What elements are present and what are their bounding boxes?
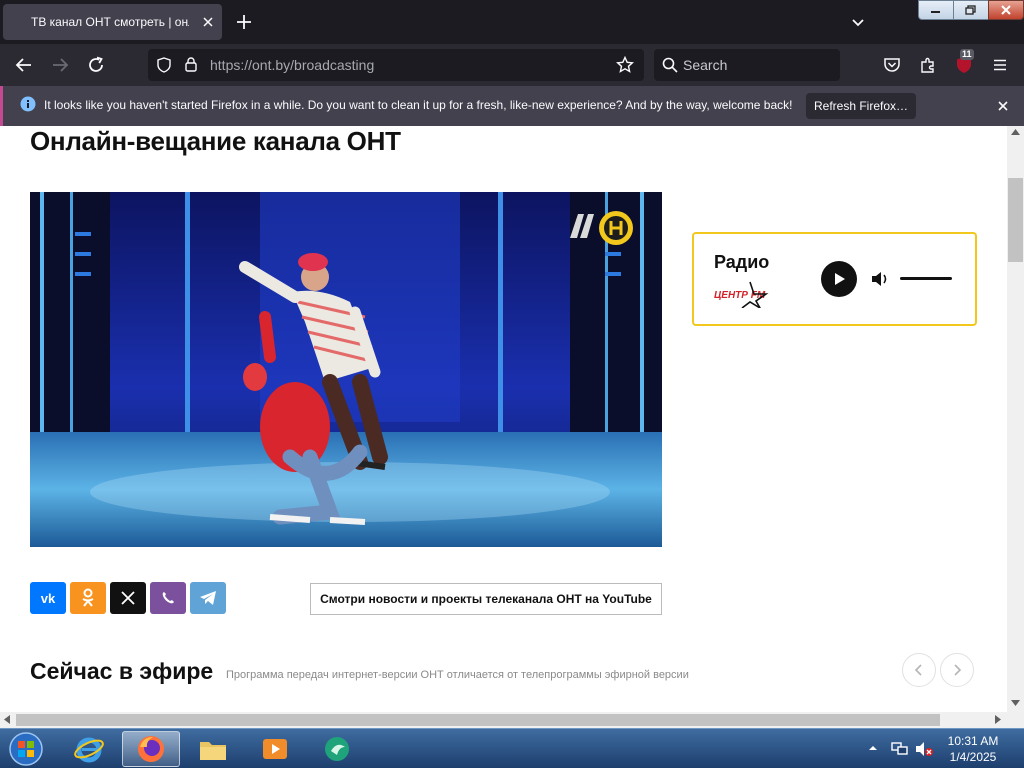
restore-icon [965,5,976,15]
on-air-subtitle: Программа передач интернет-версии ОНТ от… [226,669,689,681]
folder-icon [200,742,226,760]
url-host: https://ont.by [210,57,291,73]
url-path: /broadcasting [290,57,375,73]
network-icon[interactable] [890,741,908,757]
volume-icon[interactable] [870,270,890,288]
x-logo-icon [121,591,135,605]
app-menu-button[interactable] [988,53,1012,77]
extensions-button[interactable] [916,53,940,77]
horizontal-scroll-thumb[interactable] [16,714,940,726]
taskbar-media-player[interactable] [246,731,304,767]
notification-bar: It looks like you haven't started Firefo… [0,86,1024,126]
shield-icon[interactable] [156,57,172,73]
info-icon [20,96,36,112]
video-player[interactable] [30,192,662,547]
share-telegram-button[interactable] [190,582,226,614]
on-air-heading: Сейчас в эфире [30,658,214,684]
windows-taskbar: 10:31 AM 1/4/2025 [0,728,1024,768]
tab-title: ТВ канал ОНТ смотреть | онлайн [31,15,189,29]
forward-arrow-icon [53,58,69,72]
search-icon [662,57,678,73]
hamburger-menu-icon [994,59,1006,71]
forward-button[interactable] [48,53,72,77]
search-placeholder: Search [683,57,728,73]
tab-close-icon[interactable] [200,14,216,30]
reload-button[interactable] [84,53,108,77]
youtube-link-button[interactable]: Смотри новости и проекты телеканала ОНТ … [310,583,662,615]
screen: ТВ канал ОНТ смотреть | онлайн https://o… [0,0,1024,768]
refresh-firefox-button[interactable]: Refresh Firefox… [806,93,916,119]
puzzle-piece-icon [921,57,934,73]
vk-icon: vk [40,590,56,606]
viber-phone-icon [162,592,174,604]
url-text[interactable]: https://ont.by/broadcasting [210,57,374,73]
internet-explorer-icon [74,737,104,763]
vertical-scroll-thumb[interactable] [1008,178,1023,262]
window-close-button[interactable] [988,0,1024,20]
green-app-icon [325,737,349,761]
show-hidden-icons-icon[interactable] [868,743,878,753]
bookmark-star-icon[interactable] [616,56,634,74]
chevron-right-icon [954,664,962,676]
notification-message: It looks like you haven't started Firefo… [44,98,793,112]
odnoklassniki-icon [82,588,94,607]
lock-icon[interactable] [184,56,198,73]
address-bar[interactable]: https://ont.by/broadcasting [148,49,644,81]
taskbar-file-explorer[interactable] [184,731,242,767]
volume-muted-icon[interactable] [914,741,934,757]
firefox-icon [138,736,164,762]
share-viber-button[interactable] [150,582,186,614]
schedule-next-button[interactable] [940,653,974,687]
tab-bar: ТВ канал ОНТ смотреть | онлайн [0,0,1024,44]
reload-icon [89,56,103,72]
back-arrow-icon [15,58,31,72]
taskbar-app[interactable] [308,731,366,767]
scroll-up-arrow-icon[interactable] [1011,129,1020,135]
navigation-toolbar: https://ont.by/broadcasting Search 11 [0,44,1024,86]
search-bar[interactable]: Search [654,49,840,81]
clock-time: 10:31 AM [947,734,999,748]
share-vk-button[interactable]: vk [30,582,66,614]
play-icon [835,273,845,285]
share-x-button[interactable] [110,582,146,614]
telegram-plane-icon [200,591,216,605]
pocket-button[interactable] [880,53,904,77]
notification-close-icon[interactable] [993,96,1013,116]
system-clock[interactable]: 10:31 AM 1/4/2025 [936,733,1010,765]
window-minimize-button[interactable] [918,0,954,20]
windows-start-orb-icon [9,732,43,766]
radio-play-button[interactable] [821,261,857,297]
media-player-icon [263,739,287,759]
share-ok-button[interactable] [70,582,106,614]
scroll-down-arrow-icon[interactable] [1011,700,1020,706]
channel-one-ont-logo [570,211,633,245]
schedule-prev-button[interactable] [902,653,936,687]
start-button[interactable] [0,731,52,767]
taskbar-firefox[interactable] [122,731,180,767]
new-tab-icon[interactable] [232,10,256,34]
browser-tab[interactable]: ТВ канал ОНТ смотреть | онлайн [3,4,222,40]
scroll-right-arrow-icon[interactable] [995,715,1001,724]
minimize-icon [931,11,940,13]
radio-title: Радио [714,252,770,272]
tsentr-fm-logo: ЦЕНТР FM [714,281,769,308]
page-title: Онлайн-вещание канала ОНТ [30,126,401,156]
list-all-tabs-icon[interactable] [846,10,870,34]
taskbar-internet-explorer[interactable] [60,731,118,767]
clock-date: 1/4/2025 [949,750,997,764]
window-restore-button[interactable] [953,0,989,20]
scrollbar-corner [1007,712,1024,728]
volume-slider[interactable] [900,277,952,280]
close-icon [1001,5,1011,15]
extension-badge: 11 [960,49,974,60]
radio-widget: Радио ЦЕНТР FM [692,232,977,326]
back-button[interactable] [12,53,36,77]
web-page: Онлайн-вещание канала ОНТ Радио ЦЕНТР FM… [0,126,1007,712]
pocket-icon [884,58,900,72]
scroll-left-arrow-icon[interactable] [4,715,10,724]
chevron-left-icon [914,664,922,676]
